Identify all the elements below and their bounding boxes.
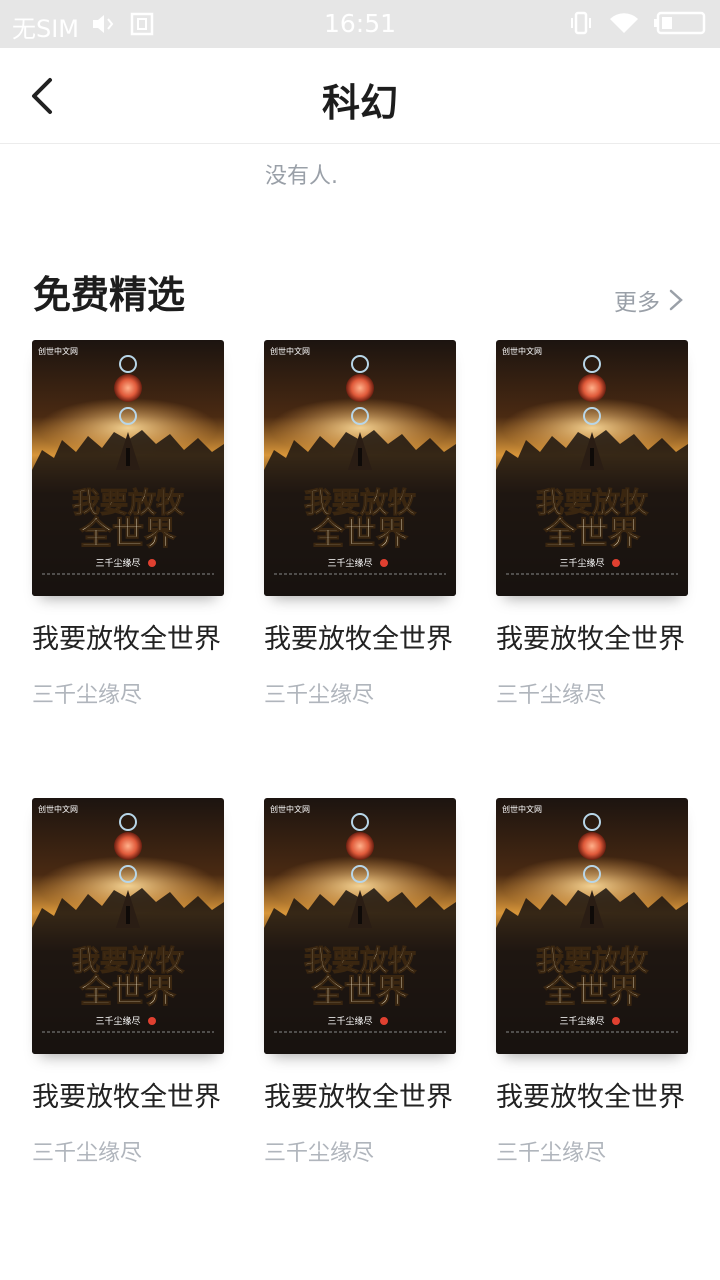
more-label: 更多 [614,290,660,316]
cover-title-line2: 全世界 [311,514,408,552]
book-card[interactable]: 我要放牧 全世界 三千尘缘尽 创世中文网 我要放牧全世界 三千尘缘尽 [32,798,224,1256]
book-cover-image: 我要放牧 全世界 三千尘缘尽 创世中文网 [264,340,456,596]
book-cover[interactable]: 我要放牧 全世界 三千尘缘尽 创世中文网 [264,798,456,1054]
book-cover[interactable]: 我要放牧 全世界 三千尘缘尽 创世中文网 [32,340,224,596]
cover-title-line2: 全世界 [543,972,640,1010]
book-author: 三千尘缘尽 [264,1141,375,1166]
book-author: 三千尘缘尽 [496,1141,607,1166]
book-title[interactable]: 我要放牧全世界 [496,1076,688,1120]
book-title[interactable]: 我要放牧全世界 [264,618,456,662]
book-author: 三千尘缘尽 [32,1141,143,1166]
book-title[interactable]: 我要放牧全世界 [496,618,688,662]
more-button[interactable]: 更多 [614,283,684,317]
cover-title-line2: 全世界 [543,514,640,552]
book-title[interactable]: 我要放牧全世界 [264,1076,456,1120]
book-cover-image: 我要放牧 全世界 三千尘缘尽 创世中文网 [32,798,224,1054]
book-card[interactable]: 我要放牧 全世界 三千尘缘尽 创世中文网 我要放牧全世界 三千尘缘尽 [496,340,688,798]
book-cover-image: 我要放牧 全世界 三千尘缘尽 创世中文网 [496,340,688,596]
publisher-logo: 创世中文网 [38,804,78,814]
cover-author: 三千尘缘尽 [95,1015,140,1027]
cover-author: 三千尘缘尽 [327,557,372,569]
cover-author: 三千尘缘尽 [95,557,140,569]
book-cover[interactable]: 我要放牧 全世界 三千尘缘尽 创世中文网 [496,798,688,1054]
book-cover[interactable]: 我要放牧 全世界 三千尘缘尽 创世中文网 [496,340,688,596]
book-cover-image: 我要放牧 全世界 三千尘缘尽 创世中文网 [32,340,224,596]
cover-title-line2: 全世界 [79,514,176,552]
cover-title-line2: 全世界 [311,972,408,1010]
publisher-logo: 创世中文网 [38,346,78,356]
book-card[interactable]: 我要放牧 全世界 三千尘缘尽 创世中文网 我要放牧全世界 三千尘缘尽 [264,340,456,798]
cover-author: 三千尘缘尽 [559,557,604,569]
app-header: 科幻 [0,48,720,144]
cover-title-line2: 全世界 [79,972,176,1010]
battery-icon [654,11,706,39]
book-cover[interactable]: 我要放牧 全世界 三千尘缘尽 创世中文网 [32,798,224,1054]
section-title: 免费精选 [33,272,186,317]
book-card[interactable]: 我要放牧 全世界 三千尘缘尽 创世中文网 我要放牧全世界 三千尘缘尽 [264,798,456,1256]
publisher-logo: 创世中文网 [270,804,310,814]
book-author: 三千尘缘尽 [264,683,375,708]
book-cover[interactable]: 我要放牧 全世界 三千尘缘尽 创世中文网 [264,340,456,596]
book-title[interactable]: 我要放牧全世界 [32,1076,224,1120]
book-cover-image: 我要放牧 全世界 三千尘缘尽 创世中文网 [264,798,456,1054]
wifi-icon [608,11,640,39]
publisher-logo: 创世中文网 [502,804,542,814]
book-author: 三千尘缘尽 [32,683,143,708]
book-cover-image: 我要放牧 全世界 三千尘缘尽 创世中文网 [496,798,688,1054]
cover-author: 三千尘缘尽 [327,1015,372,1027]
publisher-logo: 创世中文网 [270,346,310,356]
cover-author: 三千尘缘尽 [559,1015,604,1027]
status-bar: 无SIM 16:51 [0,0,720,48]
chevron-right-icon [669,289,683,311]
description-snippet: 没有人. [265,164,338,189]
book-grid: 我要放牧 全世界 三千尘缘尽 创世中文网 我要放牧全世界 三千尘缘尽 我要放牧 … [32,340,692,1256]
book-card[interactable]: 我要放牧 全世界 三千尘缘尽 创世中文网 我要放牧全世界 三千尘缘尽 [32,340,224,798]
vibrate-icon [568,10,594,40]
publisher-logo: 创世中文网 [502,346,542,356]
book-author: 三千尘缘尽 [496,683,607,708]
book-card[interactable]: 我要放牧 全世界 三千尘缘尽 创世中文网 我要放牧全世界 三千尘缘尽 [496,798,688,1256]
page-title: 科幻 [321,80,398,125]
book-title[interactable]: 我要放牧全世界 [32,618,224,662]
